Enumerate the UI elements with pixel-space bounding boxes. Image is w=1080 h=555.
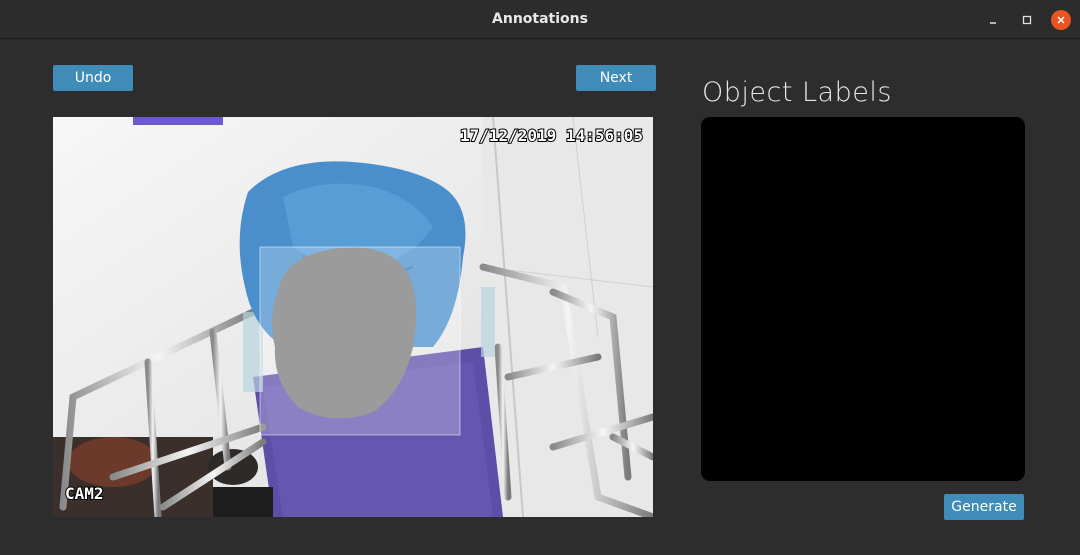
window-titlebar: Annotations	[0, 0, 1080, 39]
minimize-button[interactable]	[983, 10, 1003, 30]
next-button[interactable]: Next	[576, 65, 656, 91]
window-title: Annotations	[492, 11, 588, 27]
camera-label-overlay: CAM2	[65, 484, 104, 503]
generate-button[interactable]: Generate	[944, 494, 1024, 520]
timestamp-overlay: 17/12/2019 14:56:05	[460, 126, 643, 145]
maximize-icon	[1022, 15, 1032, 25]
object-labels-title: Object Labels	[702, 77, 892, 108]
maximize-button[interactable]	[1017, 10, 1037, 30]
close-icon	[1057, 16, 1065, 24]
close-button[interactable]	[1051, 10, 1071, 30]
cctv-frame-image: 17/12/2019 14:56:05 CAM2	[53, 117, 653, 517]
object-labels-list[interactable]	[701, 117, 1025, 481]
undo-button[interactable]: Undo	[53, 65, 133, 91]
minimize-icon	[990, 22, 996, 24]
annotation-image-canvas[interactable]: 17/12/2019 14:56:05 CAM2	[53, 117, 653, 517]
main-content: Undo Next 17/12/2019 14:56:05 CAM2 Objec…	[0, 40, 1080, 555]
